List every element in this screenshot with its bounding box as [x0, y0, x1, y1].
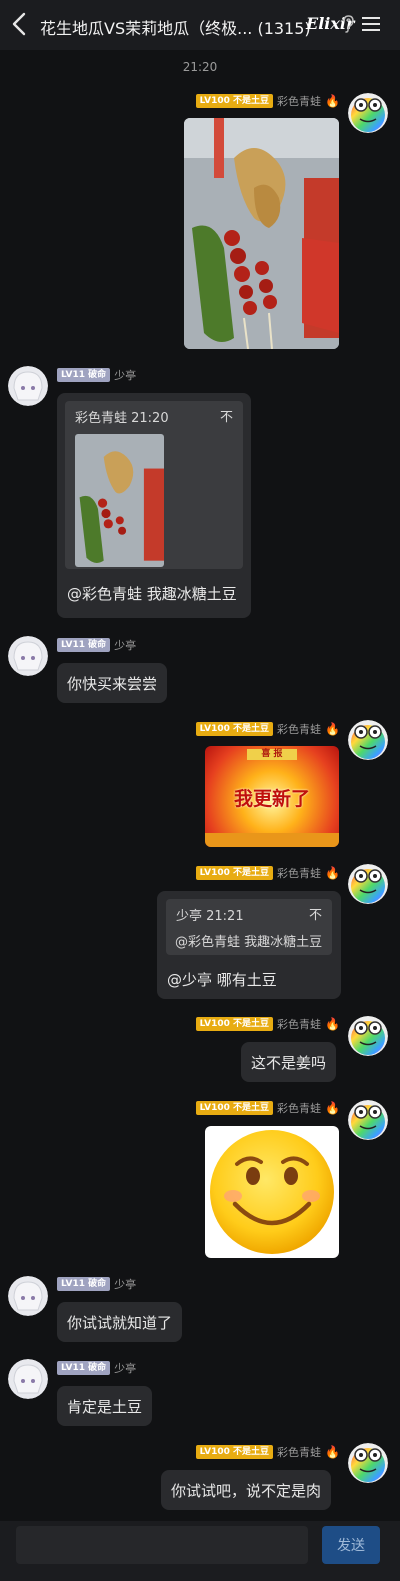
- avatar-frog[interactable]: [348, 1016, 388, 1056]
- message-text: 肯定是土豆: [67, 1397, 143, 1416]
- chat-header: 花生地瓜VS茉莉地瓜（终极... (1315) Elixir: [0, 0, 400, 50]
- chat-title[interactable]: 花生地瓜VS茉莉地瓜（终极... (1315): [40, 15, 311, 39]
- sender-meta: LV100 不是土豆 彩色青蛙 🔥: [195, 1444, 340, 1460]
- sender-meta: LV100 不是土豆 彩色青蛙 🔥: [195, 721, 340, 737]
- message-composer: 发送: [0, 1521, 400, 1581]
- sender-name: 少亭: [114, 1362, 137, 1375]
- sender-meta: LV100 不是土豆 彩色青蛙 🔥: [195, 93, 340, 109]
- message-text: 你试试就知道了: [67, 1313, 173, 1332]
- quote-message-bubble[interactable]: 少亭 21:21 不 @彩色青蛙 我趣冰糖土豆 @少亭 哪有土豆: [157, 891, 341, 999]
- sender-name: 少亭: [114, 369, 137, 382]
- sender-name: 彩色青蛙: [277, 1018, 322, 1031]
- level-badge: LV100 不是土豆: [195, 94, 274, 108]
- level-badge: LV11 破命: [57, 1361, 111, 1375]
- sender-meta: LV100 不是土豆 彩色青蛙 🔥: [195, 1100, 340, 1116]
- fire-icon: 🔥: [325, 94, 340, 108]
- level-badge: LV11 破命: [57, 638, 111, 652]
- quote-close-icon[interactable]: 不: [309, 904, 322, 923]
- sender-name: 少亭: [114, 1278, 137, 1291]
- quoted-message[interactable]: 少亭 21:21 不 @彩色青蛙 我趣冰糖土豆: [166, 899, 332, 955]
- candied-fruit-image[interactable]: [184, 118, 339, 349]
- quote-header: 彩色青蛙 21:20: [75, 411, 169, 426]
- menu-icon[interactable]: [362, 16, 380, 32]
- message-timestamp: 21:20: [182, 60, 218, 74]
- sender-name: 少亭: [114, 639, 137, 652]
- message-text: 你试试吧，说不定是肉: [171, 1481, 322, 1500]
- sender-name: 彩色青蛙: [277, 723, 322, 736]
- message-bubble[interactable]: 你试试就知道了: [57, 1302, 183, 1342]
- sender-meta: LV11 破命 少亭: [57, 367, 136, 383]
- sender-meta: LV11 破命 少亭: [57, 1360, 136, 1376]
- level-badge: LV100 不是土豆: [195, 722, 274, 736]
- fire-icon: 🔥: [325, 866, 340, 880]
- fire-icon: 🔥: [325, 1017, 340, 1031]
- avatar-frog[interactable]: [348, 720, 388, 760]
- level-badge: LV100 不是土豆: [195, 1445, 274, 1459]
- level-badge: LV11 破命: [57, 1277, 111, 1291]
- sender-meta: LV11 破命 少亭: [57, 1276, 136, 1292]
- sender-name: 彩色青蛙: [277, 1446, 322, 1459]
- avatar-frog[interactable]: [348, 93, 388, 133]
- message-text: 这不是姜吗: [251, 1053, 327, 1072]
- fire-icon: 🔥: [325, 722, 340, 736]
- banner-top-label: 喜 报: [247, 749, 297, 760]
- sender-name: 彩色青蛙: [277, 867, 322, 880]
- update-banner-image[interactable]: 喜 报 我更新了: [205, 746, 339, 847]
- avatar-anime[interactable]: [8, 366, 48, 406]
- message-input[interactable]: [16, 1526, 308, 1564]
- message-bubble[interactable]: 你快买来尝尝: [57, 663, 168, 703]
- message-bubble[interactable]: 你试试吧，说不定是肉: [161, 1470, 332, 1510]
- send-button[interactable]: 发送: [322, 1526, 380, 1564]
- ear-icon[interactable]: [342, 15, 354, 33]
- banner-text: 我更新了: [233, 788, 310, 810]
- smiley-sticker-image[interactable]: [205, 1126, 339, 1258]
- fire-icon: 🔥: [325, 1101, 340, 1115]
- quote-close-icon[interactable]: 不: [220, 406, 233, 425]
- quote-header: 少亭 21:21: [176, 909, 244, 924]
- sender-name: 彩色青蛙: [277, 1102, 322, 1115]
- quoted-text: @彩色青蛙 我趣冰糖土豆: [175, 935, 323, 950]
- message-text: 你快买来尝尝: [67, 674, 158, 693]
- level-badge: LV100 不是土豆: [195, 1017, 274, 1031]
- sender-name: 彩色青蛙: [277, 95, 322, 108]
- avatar-anime[interactable]: [8, 1359, 48, 1399]
- avatar-anime[interactable]: [8, 636, 48, 676]
- message-text: @少亭 哪有土豆: [167, 971, 277, 989]
- fire-icon: 🔥: [325, 1445, 340, 1459]
- banner-flowers: [205, 833, 339, 847]
- avatar-frog[interactable]: [348, 864, 388, 904]
- level-badge: LV100 不是土豆: [195, 1101, 274, 1115]
- level-badge: LV100 不是土豆: [195, 866, 274, 880]
- quote-message-bubble[interactable]: 彩色青蛙 21:20 不 @彩色青蛙 我趣冰糖土豆: [57, 393, 251, 618]
- sender-meta: LV100 不是土豆 彩色青蛙 🔥: [195, 1016, 340, 1032]
- level-badge: LV11 破命: [57, 368, 111, 382]
- avatar-frog[interactable]: [348, 1100, 388, 1140]
- back-arrow-icon[interactable]: [8, 11, 32, 37]
- avatar-anime[interactable]: [8, 1276, 48, 1316]
- sender-meta: LV100 不是土豆 彩色青蛙 🔥: [195, 865, 340, 881]
- message-text: @彩色青蛙 我趣冰糖土豆: [67, 585, 237, 603]
- message-bubble[interactable]: 这不是姜吗: [241, 1042, 337, 1082]
- sender-meta: LV11 破命 少亭: [57, 637, 136, 653]
- quoted-message[interactable]: 彩色青蛙 21:20 不: [65, 401, 243, 569]
- avatar-frog[interactable]: [348, 1443, 388, 1483]
- quoted-image-thumbnail[interactable]: [75, 434, 164, 567]
- message-bubble[interactable]: 肯定是土豆: [57, 1386, 153, 1426]
